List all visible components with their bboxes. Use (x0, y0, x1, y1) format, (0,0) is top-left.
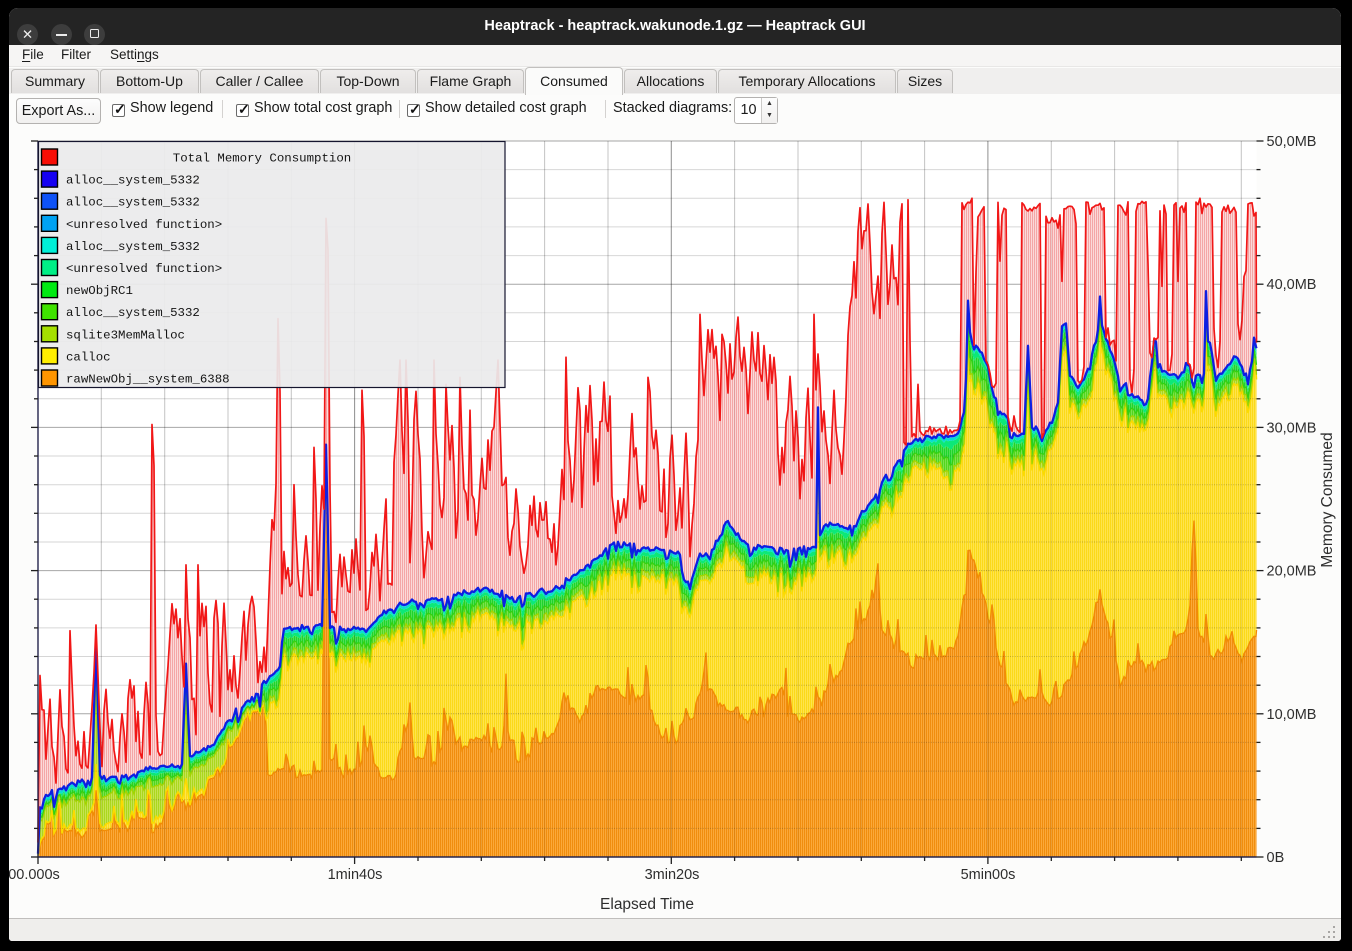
svg-text:calloc: calloc (66, 350, 111, 364)
svg-text:<unresolved function>: <unresolved function> (66, 262, 222, 276)
svg-text:Total Memory Consumption: Total Memory Consumption (173, 152, 351, 166)
svg-text:30,0MB: 30,0MB (1267, 420, 1317, 436)
svg-text:alloc__system_5332: alloc__system_5332 (66, 306, 200, 320)
svg-text:newObjRC1: newObjRC1 (66, 284, 133, 298)
svg-text:sqlite3MemMalloc: sqlite3MemMalloc (66, 328, 185, 342)
svg-text:40,0MB: 40,0MB (1267, 277, 1317, 293)
svg-text:3min20s: 3min20s (645, 867, 700, 883)
svg-text:00.000s: 00.000s (9, 867, 60, 883)
svg-text:5min00s: 5min00s (961, 867, 1016, 883)
svg-text:rawNewObj__system_6388: rawNewObj__system_6388 (66, 373, 230, 387)
svg-text:alloc__system_5332: alloc__system_5332 (66, 196, 200, 210)
svg-text:10,0MB: 10,0MB (1267, 707, 1317, 723)
svg-text:<unresolved function>: <unresolved function> (66, 218, 222, 232)
svg-text:alloc__system_5332: alloc__system_5332 (66, 240, 200, 254)
svg-text:50,0MB: 50,0MB (1267, 134, 1317, 150)
svg-text:20,0MB: 20,0MB (1267, 564, 1317, 580)
svg-text:Memory Consumed: Memory Consumed (1319, 432, 1336, 567)
svg-text:1min40s: 1min40s (328, 867, 383, 883)
svg-text:0B: 0B (1267, 850, 1285, 866)
svg-text:alloc__system_5332: alloc__system_5332 (66, 174, 200, 188)
svg-text:Elapsed Time: Elapsed Time (600, 896, 694, 913)
